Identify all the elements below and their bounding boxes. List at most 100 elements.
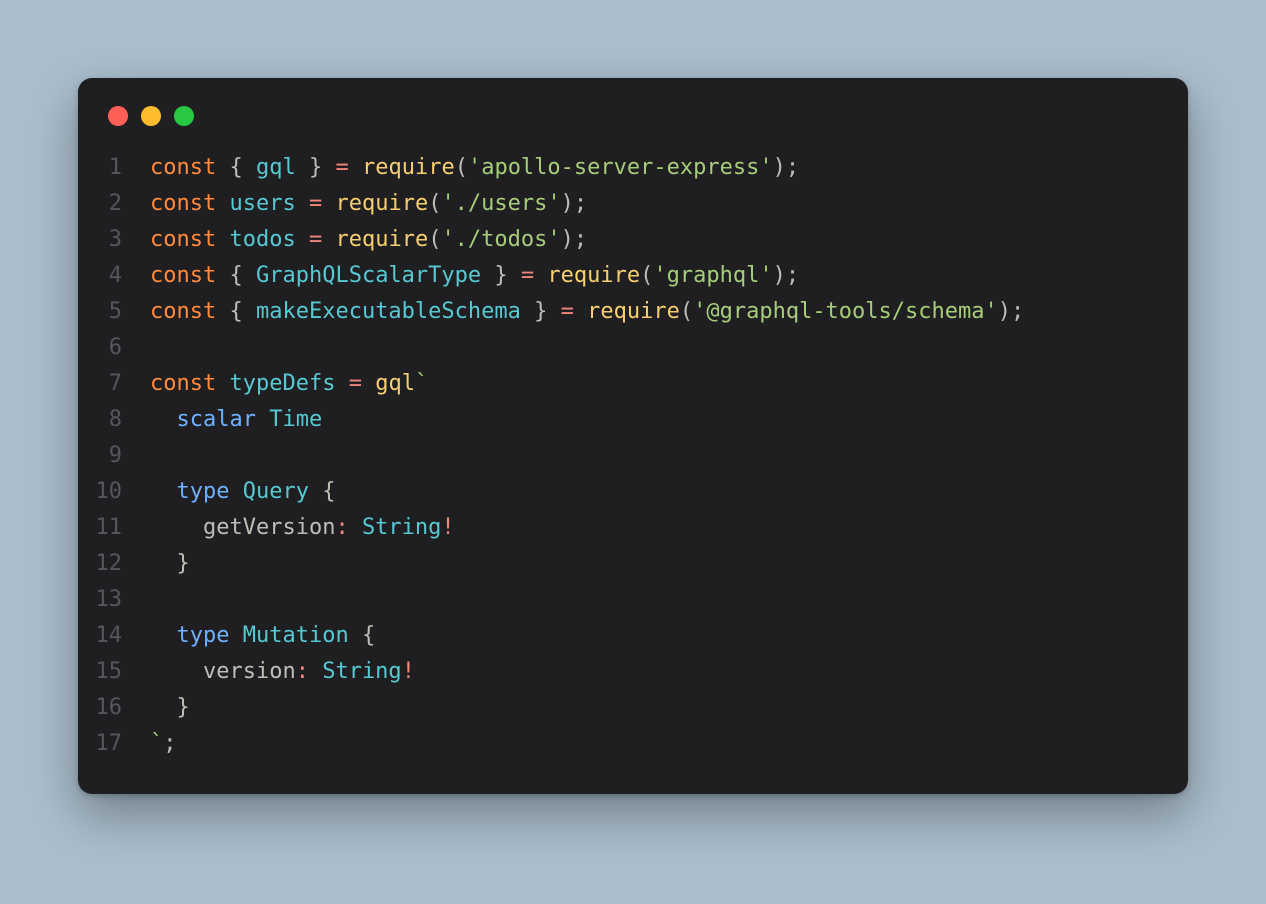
code-window: 1const { gql } = require('apollo-server-… bbox=[78, 78, 1188, 794]
code-token: gql bbox=[375, 371, 415, 396]
code-token: = bbox=[309, 227, 322, 252]
code-token bbox=[229, 623, 242, 648]
code-token: require bbox=[335, 227, 428, 252]
code-line: 16 } bbox=[78, 690, 1188, 726]
code-token: todos bbox=[229, 227, 295, 252]
code-token: { bbox=[216, 263, 256, 288]
code-token: = bbox=[349, 371, 362, 396]
line-content bbox=[150, 438, 1188, 474]
code-line: 13 bbox=[78, 582, 1188, 618]
code-token bbox=[150, 623, 177, 648]
code-token: GraphQLScalarType bbox=[256, 263, 481, 288]
code-line: 7const typeDefs = gql` bbox=[78, 366, 1188, 402]
code-token bbox=[296, 227, 309, 252]
code-token: } bbox=[521, 299, 561, 324]
code-token: require bbox=[335, 191, 428, 216]
maximize-icon[interactable] bbox=[174, 106, 194, 126]
code-token: './todos' bbox=[441, 227, 560, 252]
code-token: ( bbox=[680, 299, 693, 324]
code-token: const bbox=[150, 191, 216, 216]
close-icon[interactable] bbox=[108, 106, 128, 126]
line-number: 15 bbox=[78, 654, 150, 690]
line-content: const { makeExecutableSchema } = require… bbox=[150, 294, 1188, 330]
code-token: require bbox=[362, 155, 455, 180]
line-content: const users = require('./users'); bbox=[150, 186, 1188, 222]
line-content: type Mutation { bbox=[150, 618, 1188, 654]
code-token: Time bbox=[269, 407, 322, 432]
code-line: 17`; bbox=[78, 726, 1188, 762]
code-token: } bbox=[150, 695, 190, 720]
code-line: 14 type Mutation { bbox=[78, 618, 1188, 654]
code-token bbox=[349, 155, 362, 180]
code-token: makeExecutableSchema bbox=[256, 299, 521, 324]
code-token: type bbox=[177, 623, 230, 648]
code-token bbox=[150, 659, 203, 684]
code-token bbox=[216, 227, 229, 252]
line-number: 8 bbox=[78, 402, 150, 438]
code-line: 15 version: String! bbox=[78, 654, 1188, 690]
code-token: Query bbox=[243, 479, 309, 504]
line-content: const typeDefs = gql` bbox=[150, 366, 1188, 402]
line-number: 6 bbox=[78, 330, 150, 366]
code-token: } bbox=[481, 263, 521, 288]
line-content: version: String! bbox=[150, 654, 1188, 690]
line-number: 4 bbox=[78, 258, 150, 294]
line-number: 11 bbox=[78, 510, 150, 546]
code-token: require bbox=[587, 299, 680, 324]
line-content: getVersion: String! bbox=[150, 510, 1188, 546]
line-number: 1 bbox=[78, 150, 150, 186]
code-token bbox=[349, 515, 362, 540]
line-number: 16 bbox=[78, 690, 150, 726]
code-token: '@graphql-tools/schema' bbox=[693, 299, 998, 324]
line-content: } bbox=[150, 546, 1188, 582]
code-token: { bbox=[349, 623, 376, 648]
code-token: const bbox=[150, 299, 216, 324]
code-token bbox=[574, 299, 587, 324]
code-token: ); bbox=[561, 227, 588, 252]
code-token: ; bbox=[163, 731, 176, 756]
code-token: getVersion bbox=[203, 515, 335, 540]
code-token bbox=[296, 191, 309, 216]
code-token: type bbox=[177, 479, 230, 504]
code-token: ); bbox=[773, 263, 800, 288]
code-token: scalar bbox=[177, 407, 256, 432]
line-content: type Query { bbox=[150, 474, 1188, 510]
code-token bbox=[229, 479, 242, 504]
code-token bbox=[256, 407, 269, 432]
code-token: Mutation bbox=[243, 623, 349, 648]
line-number: 14 bbox=[78, 618, 150, 654]
code-token: ( bbox=[640, 263, 653, 288]
code-token: ` bbox=[150, 731, 163, 756]
code-token: ! bbox=[441, 515, 454, 540]
code-token bbox=[216, 191, 229, 216]
code-token bbox=[335, 371, 348, 396]
code-token bbox=[322, 191, 335, 216]
line-number: 9 bbox=[78, 438, 150, 474]
code-editor[interactable]: 1const { gql } = require('apollo-server-… bbox=[78, 150, 1188, 762]
code-token: 'apollo-server-express' bbox=[468, 155, 773, 180]
code-token: users bbox=[229, 191, 295, 216]
code-token: ); bbox=[561, 191, 588, 216]
code-token: ! bbox=[402, 659, 415, 684]
code-line: 1const { gql } = require('apollo-server-… bbox=[78, 150, 1188, 186]
code-token: const bbox=[150, 371, 216, 396]
code-token: 'graphql' bbox=[653, 263, 772, 288]
line-content bbox=[150, 330, 1188, 366]
code-token bbox=[150, 479, 177, 504]
window-titlebar bbox=[78, 106, 1188, 150]
line-content: const { gql } = require('apollo-server-e… bbox=[150, 150, 1188, 186]
line-number: 17 bbox=[78, 726, 150, 762]
code-token: = bbox=[309, 191, 322, 216]
line-content: scalar Time bbox=[150, 402, 1188, 438]
code-line: 3const todos = require('./todos'); bbox=[78, 222, 1188, 258]
code-line: 4const { GraphQLScalarType } = require('… bbox=[78, 258, 1188, 294]
line-content: } bbox=[150, 690, 1188, 726]
code-token bbox=[362, 371, 375, 396]
code-line: 12 } bbox=[78, 546, 1188, 582]
line-number: 3 bbox=[78, 222, 150, 258]
line-content: `; bbox=[150, 726, 1188, 762]
code-token: : bbox=[296, 659, 309, 684]
code-line: 5const { makeExecutableSchema } = requir… bbox=[78, 294, 1188, 330]
minimize-icon[interactable] bbox=[141, 106, 161, 126]
code-token: version bbox=[203, 659, 296, 684]
